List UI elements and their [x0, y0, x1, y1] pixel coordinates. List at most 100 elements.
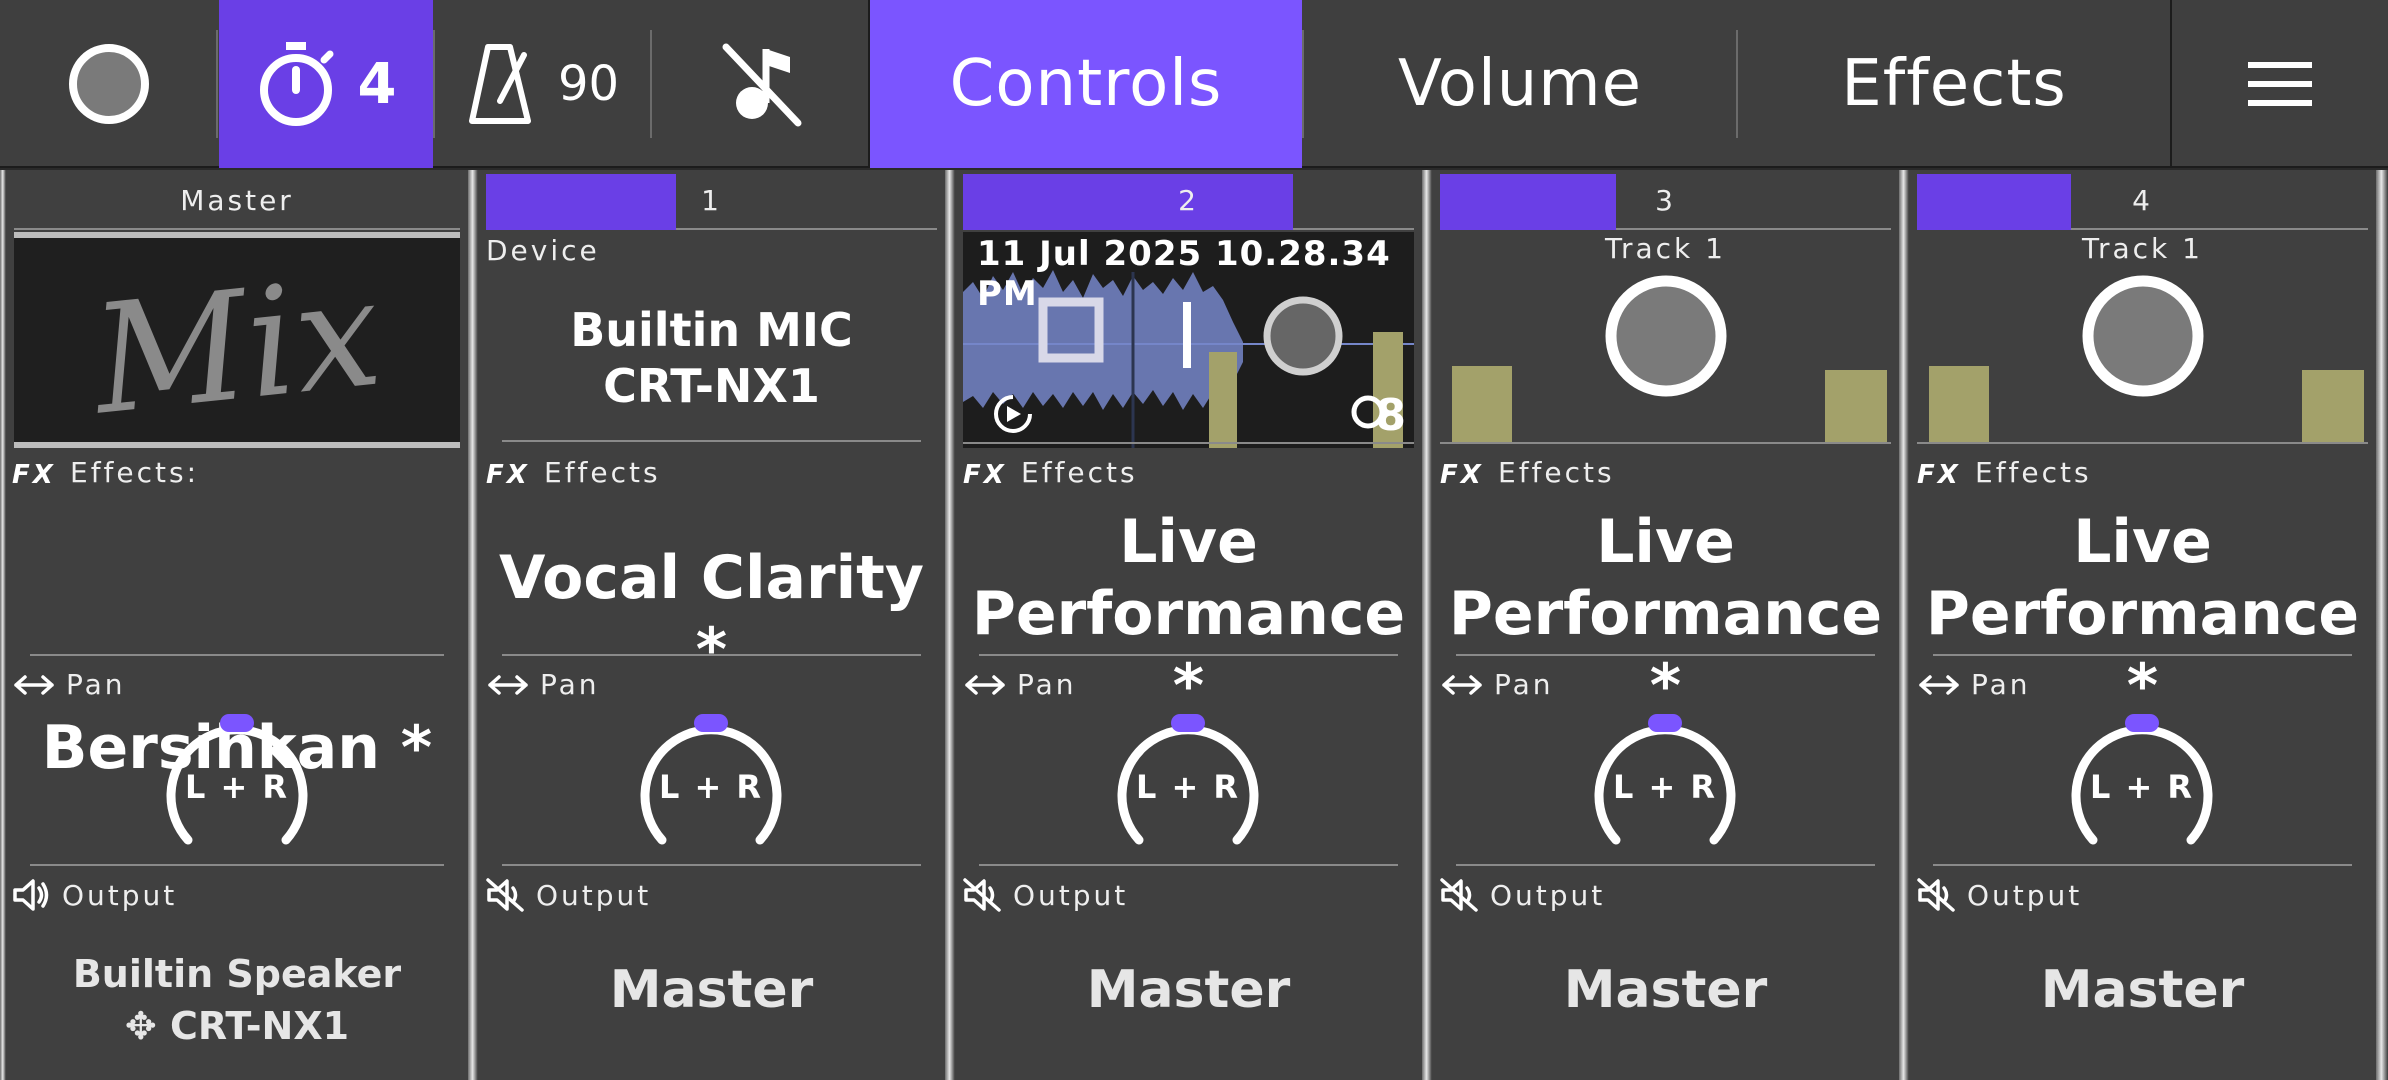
channel-strip-master: Master Mix FX Effects: Bersihkan * Pan L… — [6, 170, 468, 1080]
tempo-value: 90 — [557, 56, 620, 112]
bluetooth-device-icon: ✥ — [124, 1004, 170, 1048]
svg-text:FX: FX — [963, 460, 1007, 487]
pan-section-label: Pan — [1917, 668, 2031, 701]
metronome-button[interactable]: 90 — [435, 0, 650, 168]
effect-preset-name[interactable]: Vocal Clarity * — [478, 542, 945, 686]
menu-button[interactable] — [2172, 0, 2388, 168]
record-button[interactable] — [0, 0, 218, 168]
pan-section-label: Pan — [12, 668, 126, 701]
channel-header-label: 2 — [1178, 184, 1199, 217]
channel-header-label: 3 — [1655, 184, 1676, 217]
channel-header[interactable]: 1 — [486, 174, 937, 230]
record-arm-button[interactable] — [1604, 274, 1728, 398]
fx-icon: FX — [963, 460, 1007, 487]
output-section-label: Output — [12, 878, 177, 912]
record-arm-button[interactable] — [2081, 274, 2205, 398]
strip-separator — [468, 170, 478, 1080]
fx-icon: FX — [486, 460, 530, 487]
output-destination[interactable]: Master — [955, 960, 1422, 1020]
speaker-muted-icon — [1917, 878, 1955, 912]
input-device-name[interactable]: Builtin MIC CRT-NX1 — [478, 302, 945, 414]
tab-volume-label: Volume — [1397, 47, 1643, 121]
strip-edge — [2376, 170, 2388, 1080]
strip-separator — [1899, 170, 1909, 1080]
recording-timestamp: 11 Jul 2025 10.28.34 PM — [977, 234, 1391, 314]
pan-arrows-icon — [1442, 674, 1482, 695]
output-section-label: Output — [1917, 878, 2082, 912]
effects-section-label: FX Effects — [1440, 456, 1615, 489]
channel-header[interactable]: 3 — [1440, 174, 1891, 230]
output-section-label: Output — [1440, 878, 1605, 912]
pan-knob[interactable]: L + R — [1590, 712, 1740, 862]
pan-value: L + R — [1135, 768, 1241, 806]
pan-arrows-icon — [14, 674, 54, 695]
recording-clip[interactable]: 11 Jul 2025 10.28.34 PM 8 — [963, 232, 1414, 448]
strip-separator — [1422, 170, 1432, 1080]
channel-header-label: 1 — [701, 184, 722, 217]
pan-knob[interactable]: L + R — [636, 712, 786, 862]
speaker-muted-icon — [1440, 878, 1478, 912]
pan-arrows-icon — [488, 674, 528, 695]
svg-text:FX: FX — [12, 460, 56, 487]
channel-strip-2: 2 11 Jul 2025 10.28.34 PM 8 FX Effects L… — [955, 170, 1422, 1080]
level-meter-right — [2302, 370, 2364, 442]
top-toolbar: 4 90 Controls Volume Effects — [0, 0, 2388, 168]
fx-icon: FX — [1440, 460, 1484, 487]
channel-strip-4: 4 Track 1 FX Effects Live Performance * … — [1909, 170, 2376, 1080]
mix-logo: Mix — [83, 246, 389, 442]
output-destination[interactable]: Master — [478, 960, 945, 1020]
tab-volume[interactable]: Volume — [1304, 0, 1736, 168]
metronome-icon — [468, 44, 531, 124]
channel-strip-1: 1 Device Builtin MIC CRT-NX1 FX Effects … — [478, 170, 945, 1080]
output-destination[interactable]: Master — [1432, 960, 1899, 1020]
pan-value: L + R — [658, 768, 764, 806]
svg-text:FX: FX — [1440, 460, 1484, 487]
tab-controls-label: Controls — [949, 47, 1223, 121]
fx-icon: FX — [1917, 460, 1961, 487]
strip-separator — [945, 170, 955, 1080]
output-section-label: Output — [963, 878, 1128, 912]
record-icon — [69, 44, 149, 124]
pan-knob[interactable]: L + R — [2067, 712, 2217, 862]
device-section-label: Device — [486, 234, 600, 267]
effects-section-label: FX Effects — [963, 456, 1138, 489]
effects-section-label: FX Effects — [486, 456, 661, 489]
channel-header[interactable]: 4 — [1917, 174, 2368, 230]
track-label: Track 1 — [1605, 232, 1726, 265]
tab-controls[interactable]: Controls — [870, 0, 1302, 168]
speaker-muted-icon — [963, 878, 1001, 912]
svg-text:FX: FX — [1917, 460, 1961, 487]
pan-arrows-icon — [965, 674, 1005, 695]
pan-knob[interactable]: L + R — [162, 712, 312, 862]
pan-value: L + R — [1612, 768, 1718, 806]
svg-text:FX: FX — [486, 460, 530, 487]
level-meter-right — [1825, 370, 1887, 442]
svg-text:Mix: Mix — [83, 246, 389, 442]
music-mute-button[interactable] — [652, 0, 870, 168]
channel-header-label: 4 — [2132, 184, 2153, 217]
level-meter-left — [1929, 366, 1989, 442]
hamburger-menu-icon — [2248, 62, 2312, 106]
channel-header[interactable]: 2 — [963, 174, 1414, 230]
speaker-muted-icon — [486, 878, 524, 912]
pan-value: L + R — [2089, 768, 2195, 806]
speaker-icon — [13, 879, 49, 911]
pan-knob[interactable]: L + R — [1113, 712, 1263, 862]
pan-section-label: Pan — [486, 668, 600, 701]
output-destination[interactable]: Builtin Speaker ✥ CRT-NX1 — [6, 948, 468, 1052]
channel-strip-3: 3 Track 1 FX Effects Live Performance * … — [1432, 170, 1899, 1080]
effects-section-label: FX Effects — [1917, 456, 2092, 489]
pan-value: L + R — [184, 768, 290, 806]
tab-effects-label: Effects — [1841, 47, 2067, 121]
count-in-button[interactable]: 4 — [219, 0, 433, 168]
beat-count: 8 — [1375, 390, 1406, 441]
output-destination[interactable]: Master — [1909, 960, 2376, 1020]
count-in-value: 4 — [357, 51, 397, 117]
tab-effects[interactable]: Effects — [1738, 0, 2170, 168]
level-meter-left — [1452, 366, 1512, 442]
pan-section-label: Pan — [1440, 668, 1554, 701]
channel-header[interactable]: Master — [14, 174, 460, 230]
pan-arrows-icon — [1919, 674, 1959, 695]
effects-section-label: FX Effects: — [12, 456, 200, 489]
mix-artwork[interactable]: Mix — [14, 232, 460, 448]
